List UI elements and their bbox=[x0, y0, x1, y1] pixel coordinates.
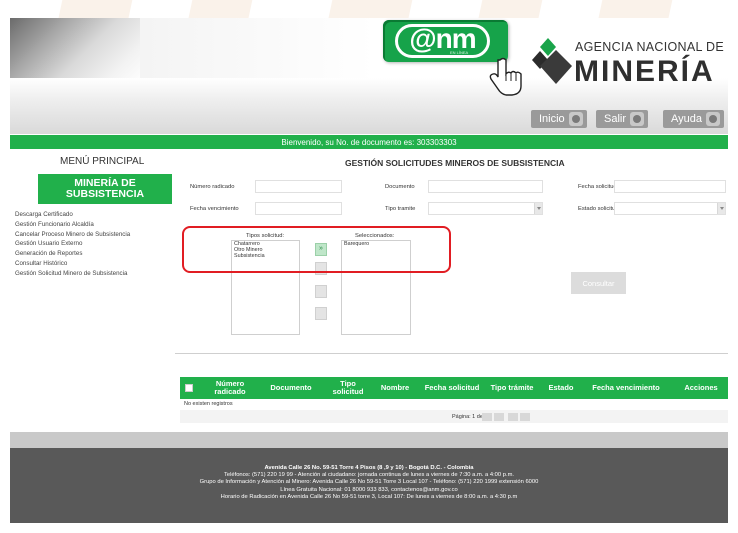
menu-item[interactable]: Cancelar Proceso Minero de Subsistencia bbox=[15, 230, 130, 240]
nav-salir-label: Salir bbox=[604, 113, 627, 125]
move-all-left-button[interactable] bbox=[315, 307, 327, 320]
move-left-button[interactable] bbox=[315, 285, 327, 298]
footer-line: Teléfonos: (571) 220 19 99 - Atención al… bbox=[223, 472, 515, 479]
results-table-header: Número radicado Documento Tipo solicitud… bbox=[180, 377, 728, 399]
page-title: GESTIÓN SOLICITUDES MINEROS DE SUBSISTEN… bbox=[345, 158, 565, 168]
fecha-vencimiento-input[interactable] bbox=[255, 202, 342, 215]
column-header[interactable]: Fecha vencimiento bbox=[584, 377, 668, 399]
select-all-checkbox[interactable] bbox=[185, 384, 193, 392]
nav-inicio-button[interactable]: Inicio bbox=[531, 110, 587, 128]
column-header[interactable]: Nombre bbox=[373, 377, 417, 399]
first-page-button[interactable] bbox=[482, 413, 492, 421]
sidebar-menu: Descarga Certificado Gestión Funcionario… bbox=[15, 210, 130, 279]
menu-item[interactable]: Gestión Solicitud Minero de Subsistencia bbox=[15, 269, 130, 279]
fecha-solicitud-label: Fecha solicitud bbox=[578, 184, 617, 190]
chevron-down-icon bbox=[717, 203, 725, 214]
footer-line: Grupo de Información y Atención al Miner… bbox=[199, 479, 539, 486]
column-header[interactable]: Número radicado bbox=[200, 377, 260, 399]
footer-line: Horario de Radicación en Avenida Calle 2… bbox=[220, 493, 518, 500]
exit-icon bbox=[630, 112, 645, 126]
estado-solicitud-label: Estado solicitud bbox=[578, 206, 619, 212]
highlight-annotation bbox=[182, 226, 451, 273]
header-photo bbox=[10, 18, 140, 86]
nav-ayuda-label: Ayuda bbox=[671, 113, 702, 125]
anm-logo-subtitle: EN LÍNEA bbox=[450, 50, 469, 55]
column-header[interactable]: Estado bbox=[543, 377, 579, 399]
column-header[interactable]: Tipo trámite bbox=[482, 377, 542, 399]
menu-item[interactable]: Gestión Funcionario Alcaldía bbox=[15, 220, 130, 230]
column-header[interactable]: Documento bbox=[262, 377, 320, 399]
nav-ayuda-button[interactable]: Ayuda bbox=[663, 110, 724, 128]
prev-page-button[interactable] bbox=[494, 413, 504, 421]
menu-item[interactable]: Descarga Certificado bbox=[15, 210, 130, 220]
pointer-hand-icon bbox=[489, 57, 522, 96]
fecha-vencimiento-label: Fecha vencimiento bbox=[190, 206, 239, 212]
consultar-button[interactable]: Consultar bbox=[571, 272, 626, 294]
chevron-down-icon bbox=[534, 203, 542, 214]
menu-item[interactable]: Gestión Usuario Externo bbox=[15, 239, 130, 249]
tipo-tramite-select[interactable] bbox=[428, 202, 543, 215]
footer-separator bbox=[10, 432, 728, 448]
welcome-text: Bienvenido, su No. de documento es: 3033… bbox=[281, 137, 457, 147]
tipo-tramite-label: Tipo tramite bbox=[385, 206, 416, 212]
menu-item[interactable]: Consultar Histórico bbox=[15, 259, 130, 269]
column-header[interactable]: Acciones bbox=[674, 377, 728, 399]
column-header[interactable]: Tipo solicitud bbox=[326, 377, 370, 399]
footer-line: Línea Gratuita Nacional: 01 8000 933 833… bbox=[280, 486, 458, 493]
help-icon bbox=[706, 112, 720, 126]
menu-title: MENÚ PRINCIPAL bbox=[60, 156, 145, 167]
nav-salir-button[interactable]: Salir bbox=[596, 110, 649, 128]
home-icon bbox=[568, 112, 583, 126]
last-page-button[interactable] bbox=[520, 413, 530, 421]
anm-diamond-logo-icon bbox=[532, 38, 572, 84]
menu-item[interactable]: Generación de Reportes bbox=[15, 249, 130, 259]
anm-logo: @nm bbox=[395, 23, 490, 58]
documento-input[interactable] bbox=[428, 180, 543, 193]
agency-name-line2: MINERÍA bbox=[574, 55, 715, 88]
numero-radicado-input[interactable] bbox=[255, 180, 342, 193]
next-page-button[interactable] bbox=[508, 413, 518, 421]
fecha-solicitud-input[interactable] bbox=[614, 180, 726, 193]
divider bbox=[175, 353, 728, 354]
empty-table-message: No existen registros bbox=[184, 401, 233, 407]
page-footer: Avenida Calle 26 No. 59-51 Torre 4 Pisos… bbox=[10, 448, 728, 523]
estado-solicitud-select[interactable] bbox=[614, 202, 726, 215]
menu-section-mineria[interactable]: MINERÍA DE SUBSISTENCIA bbox=[38, 174, 172, 204]
footer-line: Avenida Calle 26 No. 59-51 Torre 4 Pisos… bbox=[264, 465, 474, 471]
documento-label: Documento bbox=[385, 184, 415, 190]
numero-radicado-label: Número radicado bbox=[190, 184, 235, 190]
agency-name-line1: AGENCIA NACIONAL DE bbox=[575, 40, 725, 54]
welcome-bar: Bienvenido, su No. de documento es: 3033… bbox=[10, 135, 728, 149]
nav-inicio-label: Inicio bbox=[539, 113, 565, 125]
column-header[interactable]: Fecha solicitud bbox=[424, 377, 480, 399]
